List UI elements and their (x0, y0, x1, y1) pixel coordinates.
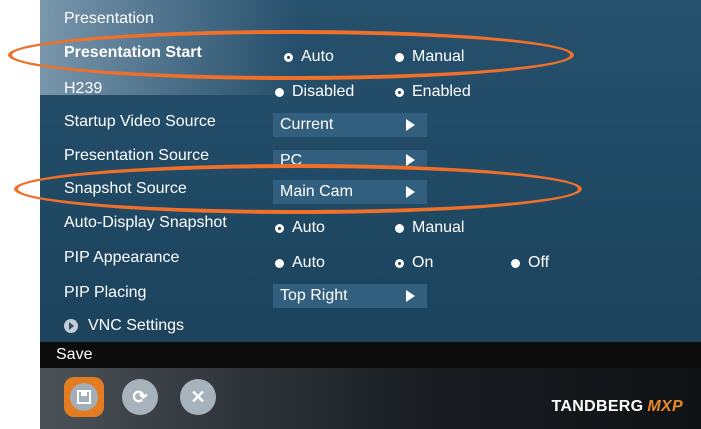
presentation-source-label: Presentation Source (64, 147, 209, 164)
save-bar: Save (40, 342, 701, 368)
presentation-start-auto-radio[interactable]: Auto (284, 48, 334, 66)
arrow-right-icon (406, 290, 415, 302)
vnc-settings-link[interactable]: VNC Settings (64, 317, 184, 335)
close-icon: ✕ (190, 387, 206, 407)
radio-icon (275, 87, 284, 97)
radio-selected-icon (395, 258, 404, 268)
play-circle-icon (64, 319, 78, 333)
h239-label: H239 (64, 80, 103, 97)
pip-appearance-auto-radio[interactable]: Auto (275, 254, 325, 272)
presentation-start-manual-radio[interactable]: Manual (395, 48, 464, 66)
auto-display-snapshot-auto-radio[interactable]: Auto (275, 219, 325, 237)
presentation-source-select[interactable]: PC (273, 150, 427, 166)
snapshot-source-label: Snapshot Source (64, 180, 187, 197)
auto-display-snapshot-manual-radio[interactable]: Manual (395, 219, 464, 237)
save-icon (70, 383, 98, 411)
pip-placing-label: PIP Placing (64, 284, 147, 301)
pip-placing-select[interactable]: Top Right (273, 284, 427, 308)
pip-appearance-off-radio[interactable]: Off (511, 254, 549, 272)
radio-selected-icon (284, 52, 293, 62)
auto-display-snapshot-label: Auto-Display Snapshot (64, 214, 227, 231)
radio-icon (395, 52, 404, 62)
brand-logo: TANDBERG MXP (551, 398, 683, 415)
arrow-right-icon (406, 186, 415, 198)
h239-enabled-radio[interactable]: Enabled (395, 83, 471, 101)
save-bar-label: Save (56, 346, 93, 363)
save-button[interactable] (64, 377, 104, 417)
close-button[interactable]: ✕ (180, 379, 216, 415)
h239-disabled-radio[interactable]: Disabled (275, 83, 354, 101)
radio-icon (275, 258, 284, 268)
radio-selected-icon (275, 223, 284, 233)
startup-video-source-label: Startup Video Source (64, 113, 216, 130)
refresh-icon: ⟳ (132, 387, 148, 407)
startup-video-source-select[interactable]: Current (273, 113, 427, 137)
arrow-right-icon (406, 154, 415, 166)
arrow-right-icon (406, 119, 415, 131)
panel-title: Presentation (64, 10, 154, 27)
presentation-settings-panel: Presentation Presentation Start Auto Man… (40, 0, 701, 429)
presentation-start-label: Presentation Start (64, 44, 202, 61)
radio-selected-icon (395, 87, 404, 97)
pip-appearance-on-radio[interactable]: On (395, 254, 433, 272)
radio-icon (511, 258, 520, 268)
refresh-button[interactable]: ⟳ (122, 379, 158, 415)
radio-icon (395, 223, 404, 233)
snapshot-source-select[interactable]: Main Cam (273, 180, 427, 204)
bottom-toolbar: ⟳ ✕ TANDBERG MXP (40, 368, 701, 429)
pip-appearance-label: PIP Appearance (64, 249, 180, 266)
